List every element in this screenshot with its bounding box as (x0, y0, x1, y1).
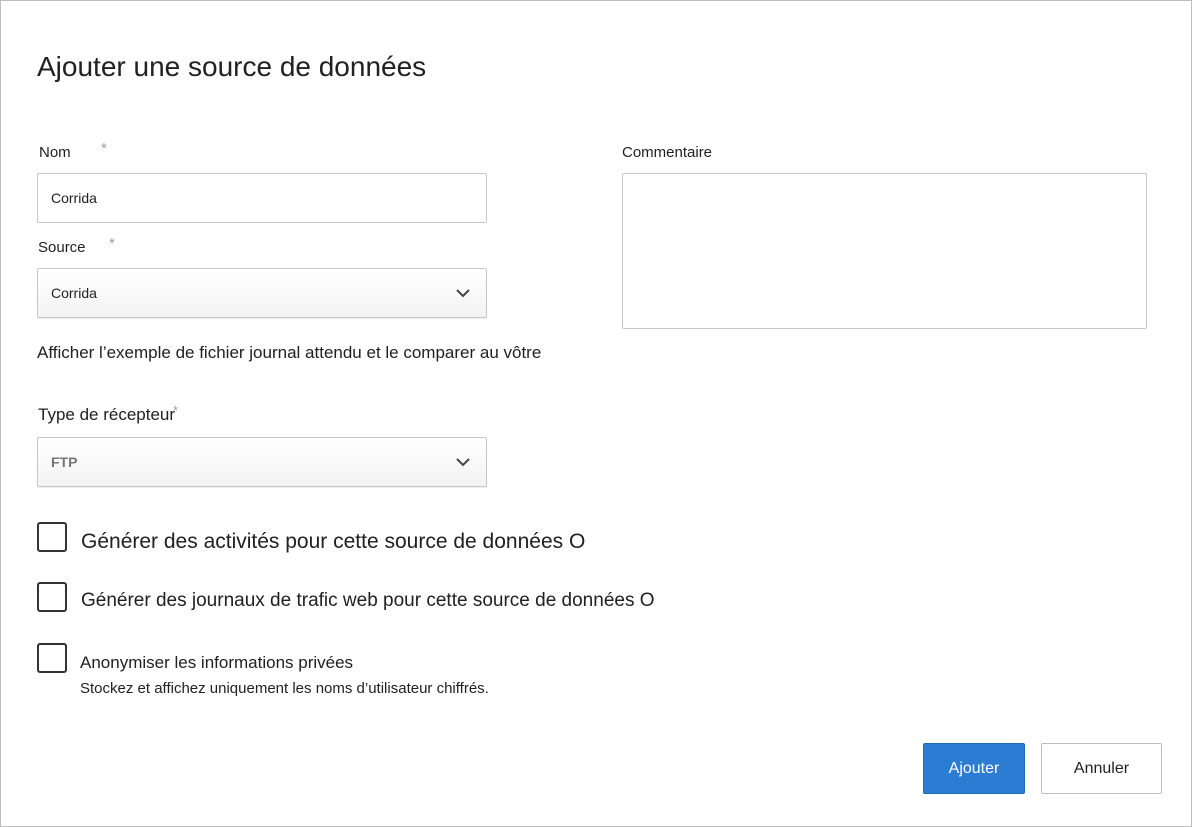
name-input-value: Corrida (51, 190, 97, 206)
receiver-required-mark: * (173, 403, 179, 418)
source-label: Source (38, 239, 86, 256)
name-input[interactable]: Corrida (37, 173, 487, 223)
anonymize-private-info-checkbox[interactable] (37, 643, 67, 673)
chevron-down-icon (456, 458, 470, 467)
add-button[interactable]: Ajouter (923, 743, 1025, 794)
comment-textarea[interactable] (622, 173, 1147, 329)
chevron-down-icon (456, 289, 470, 298)
generate-activities-label: Générer des activités pour cette source … (81, 530, 586, 553)
anonymize-private-info-description: Stockez et affichez uniquement les noms … (80, 680, 489, 697)
receiver-type-value: FTP (51, 454, 78, 470)
name-required-mark: * (101, 140, 107, 157)
receiver-type-select[interactable]: FTP (37, 437, 487, 487)
generate-web-traffic-logs-checkbox[interactable] (37, 582, 67, 612)
receiver-type-label: Type de récepteur (38, 405, 176, 424)
generate-activities-checkbox[interactable] (37, 522, 67, 552)
add-data-source-dialog: Ajouter une source de données Nom * Corr… (0, 0, 1192, 827)
sample-log-file-link[interactable]: Afficher l’exemple de fichier journal at… (37, 338, 557, 368)
anonymize-private-info-label: Anonymiser les informations privées (80, 653, 354, 672)
source-select[interactable]: Corrida (37, 268, 487, 318)
source-select-value: Corrida (51, 285, 97, 301)
name-label: Nom (39, 144, 71, 161)
generate-web-traffic-logs-label: Générer des journaux de trafic web pour … (81, 590, 655, 611)
dialog-title: Ajouter une source de données (37, 51, 427, 82)
cancel-button[interactable]: Annuler (1041, 743, 1162, 794)
source-required-mark: * (109, 235, 115, 252)
comment-label: Commentaire (622, 144, 713, 161)
